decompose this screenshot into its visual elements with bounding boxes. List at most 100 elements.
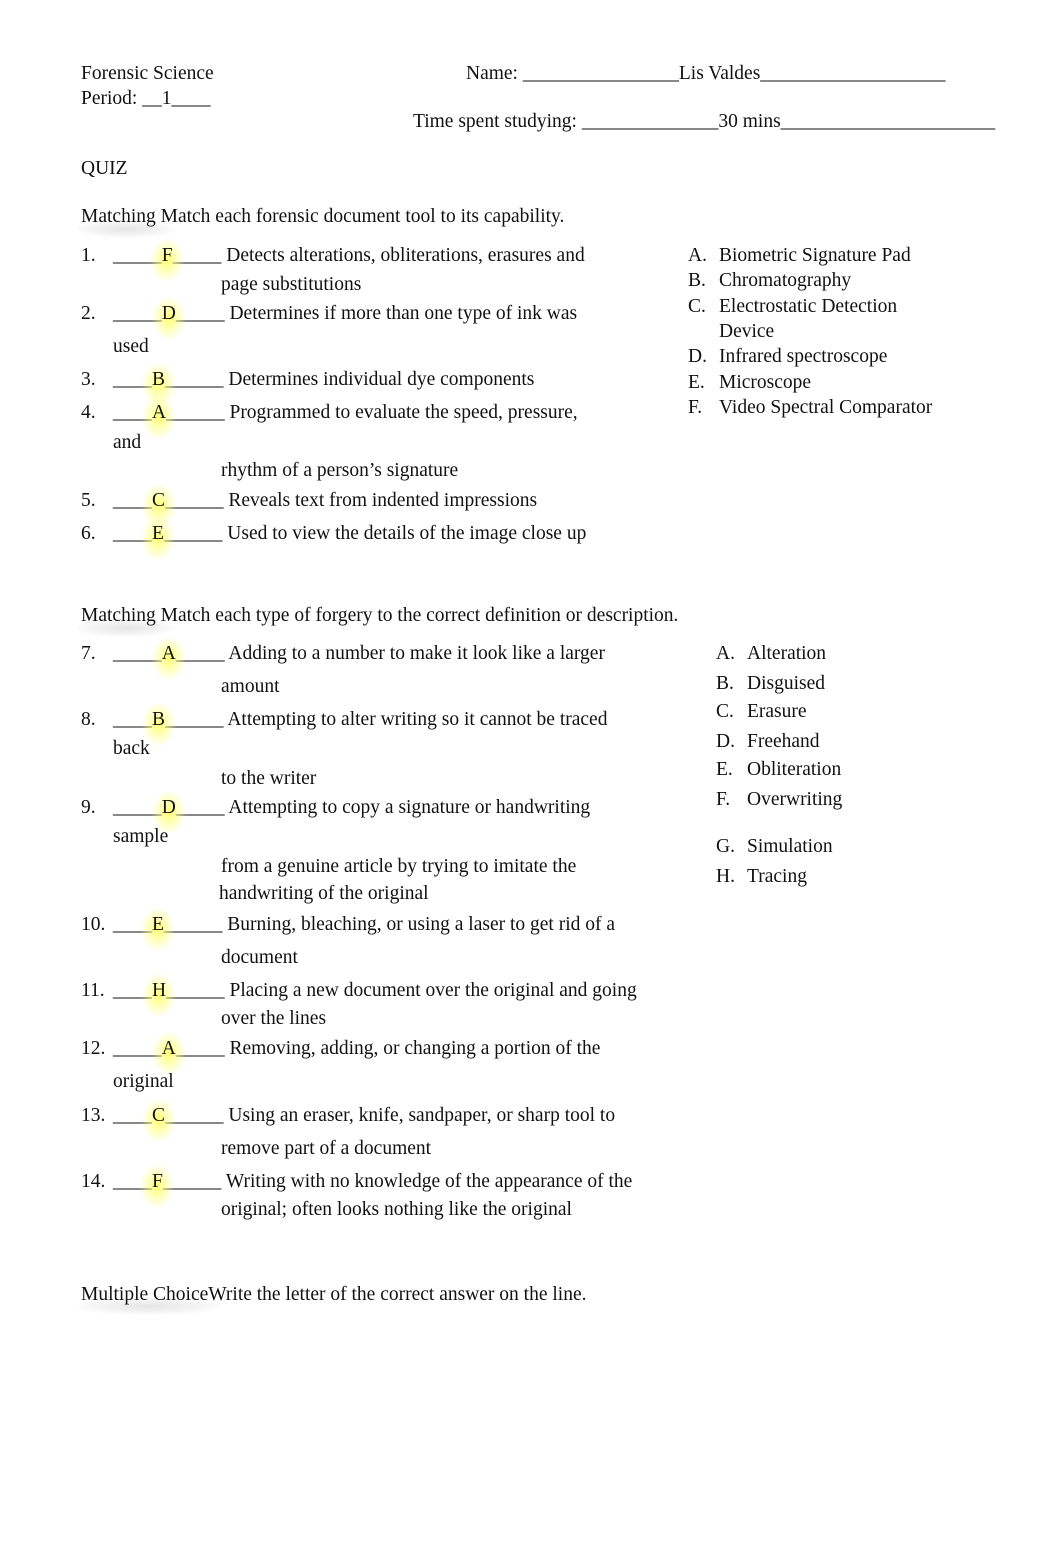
period-blank: __ bbox=[142, 88, 162, 109]
question-text: Determines individual dye components bbox=[223, 369, 535, 390]
question-text: Burning, bleaching, or using a laser to … bbox=[222, 914, 616, 935]
question-text-continued: rhythm of a person’s signature bbox=[221, 460, 459, 481]
question-text: Writing with no knowledge of the appeara… bbox=[221, 1171, 633, 1192]
choice-item: F. Overwriting bbox=[716, 790, 842, 810]
question-text: Removing, adding, or changing a portion … bbox=[224, 1038, 601, 1059]
choice-letter: F. bbox=[688, 397, 703, 418]
question-item: 9. _____D_____ Attempting to copy a signa… bbox=[81, 798, 590, 818]
choice-text: Chromatography bbox=[719, 270, 852, 291]
question-item: 7. _____A_____ Adding to a number to make… bbox=[81, 644, 605, 664]
question-item: 8. ____B______ Attempting to alter writin… bbox=[81, 710, 607, 730]
choice-text: Electrostatic Detection bbox=[719, 296, 898, 317]
name-field: Name: ________________Lis Valdes________… bbox=[466, 64, 946, 84]
question-number: 13. bbox=[81, 1105, 106, 1126]
choice-item: A. Alteration bbox=[716, 644, 826, 664]
answer-letter: E bbox=[152, 914, 164, 935]
time-value[interactable]: 30 mins bbox=[718, 111, 780, 132]
question-text: Used to view the details of the image cl… bbox=[222, 523, 587, 544]
choice-letter: C. bbox=[716, 701, 734, 722]
question-text: Using an eraser, knife, sandpaper, or sh… bbox=[223, 1105, 616, 1126]
section3-instructions: Write the letter of the correct answer o… bbox=[208, 1284, 587, 1305]
answer-blank: ______ bbox=[165, 369, 224, 390]
answer-field[interactable]: E bbox=[152, 915, 164, 935]
answer-field[interactable]: D bbox=[162, 798, 176, 818]
name-blank: ________________ bbox=[522, 63, 679, 84]
question-text: Attempting to alter writing so it cannot… bbox=[223, 709, 608, 730]
answer-field[interactable]: E bbox=[152, 524, 164, 544]
choice-letter: A. bbox=[716, 643, 735, 664]
period-value[interactable]: 1 bbox=[162, 88, 172, 109]
question-text-continued: original bbox=[113, 1071, 174, 1092]
answer-blank: ____ bbox=[113, 980, 152, 1001]
choice-text: Infrared spectroscope bbox=[719, 346, 888, 367]
question-number: 10. bbox=[81, 914, 106, 935]
answer-letter: A bbox=[161, 1038, 176, 1059]
answer-field[interactable]: A bbox=[162, 644, 176, 664]
question-number: 8. bbox=[81, 709, 96, 730]
answer-blank: ______ bbox=[163, 914, 223, 935]
answer-blank: ____ bbox=[113, 1105, 152, 1126]
section3-heading: Multiple ChoiceWrite the letter of the c… bbox=[81, 1285, 587, 1305]
course-title: Forensic Science bbox=[81, 63, 214, 84]
choice-text: Video Spectral Comparator bbox=[719, 397, 933, 418]
answer-letter: C bbox=[152, 490, 166, 511]
question-text-continued: sample bbox=[113, 826, 169, 847]
answer-blank: ____ bbox=[113, 490, 152, 511]
name-label: Name: bbox=[466, 63, 523, 84]
question-number: 2. bbox=[81, 303, 96, 324]
question-item: 5. ____C______ Reveals text from indented… bbox=[81, 491, 537, 511]
choice-text: Tracing bbox=[747, 866, 807, 887]
section1-heading: Matching Match each forensic document to… bbox=[81, 206, 565, 227]
answer-letter: E bbox=[152, 523, 164, 544]
answer-field[interactable]: D bbox=[162, 304, 176, 324]
choice-letter: B. bbox=[688, 270, 706, 291]
choice-item: B. Disguised bbox=[716, 674, 825, 694]
section3-label: Multiple Choice bbox=[81, 1284, 209, 1305]
answer-field[interactable]: F bbox=[162, 246, 173, 266]
time-blank: ______________ bbox=[581, 111, 719, 132]
answer-blank: ____ bbox=[113, 523, 152, 544]
time-blank: ______________________ bbox=[780, 111, 996, 132]
question-number: 5. bbox=[81, 490, 96, 511]
question-text: Adding to a number to make it look like … bbox=[224, 643, 605, 664]
answer-blank: ____ bbox=[113, 914, 152, 935]
period-label: Period: bbox=[81, 88, 143, 109]
question-number: 9. bbox=[81, 797, 96, 818]
answer-field[interactable]: H bbox=[152, 981, 166, 1001]
choice-letter: D. bbox=[688, 346, 707, 367]
answer-field[interactable]: C bbox=[152, 1106, 165, 1126]
answer-field[interactable]: B bbox=[152, 710, 165, 730]
choice-text-continued: Device bbox=[719, 321, 775, 342]
question-text-continued: from a genuine article by trying to imit… bbox=[221, 856, 577, 877]
choice-text: Microscope bbox=[719, 372, 812, 393]
choice-text: Disguised bbox=[747, 673, 825, 694]
answer-blank: _____ bbox=[175, 1038, 225, 1059]
answer-letter: H bbox=[152, 980, 167, 1001]
question-text-continued: handwriting of the original bbox=[219, 883, 429, 904]
answer-blank: ______ bbox=[162, 1171, 222, 1192]
answer-letter: A bbox=[152, 402, 167, 423]
answer-blank: ____ bbox=[113, 402, 152, 423]
time-label: Time spent studying: bbox=[413, 111, 582, 132]
answer-blank: _____ bbox=[113, 1038, 162, 1059]
answer-field[interactable]: A bbox=[162, 1039, 176, 1059]
answer-blank: _____ bbox=[175, 643, 225, 664]
answer-letter: B bbox=[152, 369, 166, 390]
choice-item: C. Electrostatic Detection bbox=[688, 297, 897, 317]
answer-blank: ____ bbox=[113, 709, 152, 730]
answer-field[interactable]: F bbox=[152, 1172, 163, 1192]
choice-item: C. Erasure bbox=[716, 702, 807, 722]
choice-item: A. Biometric Signature Pad bbox=[688, 246, 911, 266]
question-text-continued: to the writer bbox=[221, 768, 317, 789]
answer-letter: D bbox=[161, 303, 176, 324]
answer-field[interactable]: A bbox=[152, 403, 166, 423]
answer-field[interactable]: B bbox=[152, 370, 165, 390]
section2-heading: Matching Match each type of forgery to t… bbox=[81, 605, 679, 626]
question-text-continued: document bbox=[221, 947, 298, 968]
question-text: Detects alterations, obliterations, eras… bbox=[221, 245, 585, 266]
answer-field[interactable]: C bbox=[152, 491, 165, 511]
question-item: 1. _____F_____ Detects alterations, oblit… bbox=[81, 246, 585, 266]
answer-letter: F bbox=[161, 245, 173, 266]
student-name[interactable]: Lis Valdes bbox=[679, 63, 760, 84]
question-number: 11. bbox=[81, 980, 105, 1001]
